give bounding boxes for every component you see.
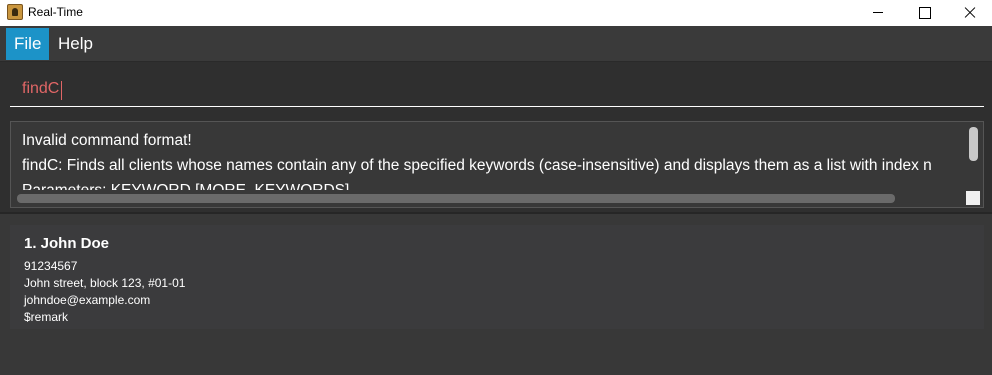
person-address: John street, block 123, #01-01 <box>24 276 186 290</box>
menu-help[interactable]: Help <box>50 28 101 60</box>
text-caret <box>61 81 62 100</box>
minimize-icon[interactable] <box>855 0 901 26</box>
title-bar: Real-Time <box>0 0 992 26</box>
command-input[interactable] <box>10 72 984 107</box>
person-name: 1. John Doe <box>24 235 110 252</box>
result-line: Invalid command format! <box>22 132 192 149</box>
scroll-corner <box>966 191 980 205</box>
window-title: Real-Time <box>28 5 83 19</box>
horizontal-scrollbar[interactable] <box>17 194 895 203</box>
command-box <box>0 62 992 112</box>
menu-bar: File Help <box>0 26 992 62</box>
close-icon[interactable] <box>947 0 992 26</box>
person-list: 1. John Doe 91234567 John street, block … <box>0 214 992 375</box>
result-display[interactable]: Invalid command format! findC: Finds all… <box>10 121 984 208</box>
person-remark: $remark <box>24 310 69 324</box>
person-card[interactable]: 1. John Doe 91234567 John street, block … <box>10 225 984 329</box>
vertical-scrollbar[interactable] <box>969 127 978 161</box>
person-email: johndoe@example.com <box>24 293 151 307</box>
result-line: findC: Finds all clients whose names con… <box>22 157 932 174</box>
person-phone: 91234567 <box>24 259 78 273</box>
maximize-icon[interactable] <box>901 0 947 26</box>
menu-file[interactable]: File <box>6 28 50 60</box>
app-icon <box>7 4 23 20</box>
